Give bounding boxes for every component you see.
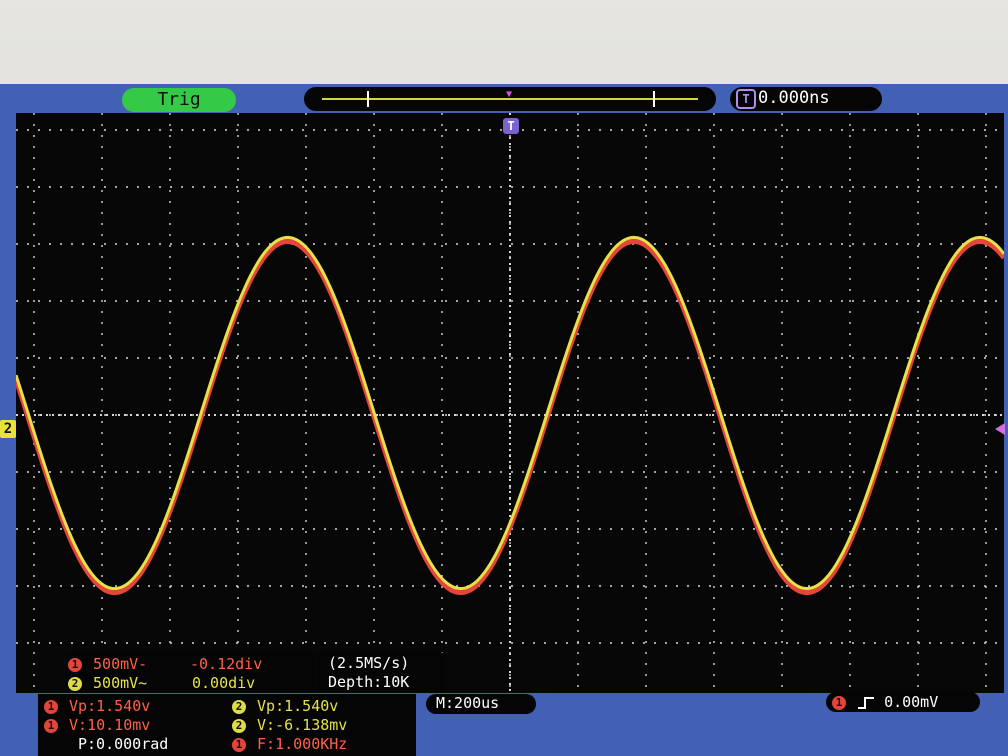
ch2-v-row: 2 V:-6.138mv xyxy=(232,716,347,734)
trigger-position-value: 0.000ns xyxy=(758,88,830,108)
waveform-plot xyxy=(16,113,1004,693)
ch2-vp-value: Vp:1.540v xyxy=(257,697,339,715)
measurement-panel: 1 Vp:1.540v 2 Vp:1.540v 1 V:10.10mv 2 V:… xyxy=(38,694,416,756)
trigger-position-readout: T 0.000ns xyxy=(730,87,882,111)
trigger-source-row: 1 0.00mV xyxy=(832,693,938,711)
ch1-vp-row: 1 Vp:1.540v xyxy=(44,697,150,715)
ch1-v-row: 1 V:10.10mv xyxy=(44,716,150,734)
memory-window-left-mark xyxy=(367,91,369,107)
channel2-row: 2 500mV~ xyxy=(68,674,147,692)
sample-rate: (2.5MS/s) xyxy=(328,654,410,672)
trigger-level-marker[interactable] xyxy=(995,423,1005,435)
channel1-row: 1 500mV- xyxy=(68,655,147,673)
meas-ch1-badge-2: 1 xyxy=(44,718,58,733)
channel1-offset: -0.12div xyxy=(190,655,263,673)
timebase-value: M:200us xyxy=(436,694,500,712)
trigger-source-badge: 1 xyxy=(832,695,846,710)
acquisition-panel: (2.5MS/s) Depth:10K xyxy=(318,652,444,692)
channel1-badge: 1 xyxy=(68,657,82,672)
channel2-badge: 2 xyxy=(68,676,82,691)
channel-settings-panel: 1 500mV- -0.12div 2 500mV~ 0.00div xyxy=(66,652,316,692)
trigger-time-marker[interactable]: T xyxy=(503,118,519,134)
meas-ch1-badge-3: 1 xyxy=(232,737,246,752)
trigger-settings-panel[interactable]: 1 0.00mV xyxy=(826,692,980,712)
ch2-v-value: V:-6.138mv xyxy=(257,716,348,734)
memory-position-bar[interactable]: ▼ xyxy=(304,87,716,111)
freq-value: F:1.000KHz xyxy=(257,735,348,753)
memory-depth: Depth:10K xyxy=(328,673,410,691)
ch1-vp-value: Vp:1.540v xyxy=(69,697,151,715)
channel2-ground-marker[interactable]: 2 xyxy=(0,420,16,438)
graticule xyxy=(16,113,1004,693)
meas-ch2-badge-2: 2 xyxy=(232,718,246,733)
waveform-svg xyxy=(16,113,1004,693)
trigger-position-icon: T xyxy=(736,89,756,109)
meas-ch2-badge: 2 xyxy=(232,699,246,714)
trigger-point-mark: ▼ xyxy=(506,89,513,100)
channel2-offset: 0.00div xyxy=(192,674,256,692)
phase-value: P:0.000rad xyxy=(78,735,169,753)
ch2-vp-row: 2 Vp:1.540v xyxy=(232,697,338,715)
trigger-level-value: 0.00mV xyxy=(884,693,939,711)
channel1-scale: 500mV- xyxy=(93,655,148,673)
memory-window-right-mark xyxy=(653,91,655,107)
rising-edge-icon xyxy=(858,696,875,709)
freq-row: 1 F:1.000KHz xyxy=(232,735,347,753)
trigger-status-badge: Trig xyxy=(122,88,236,112)
meas-ch1-badge: 1 xyxy=(44,699,58,714)
timebase-panel[interactable]: M:200us xyxy=(426,694,536,714)
ch1-v-value: V:10.10mv xyxy=(69,716,151,734)
channel2-scale: 500mV~ xyxy=(93,674,148,692)
